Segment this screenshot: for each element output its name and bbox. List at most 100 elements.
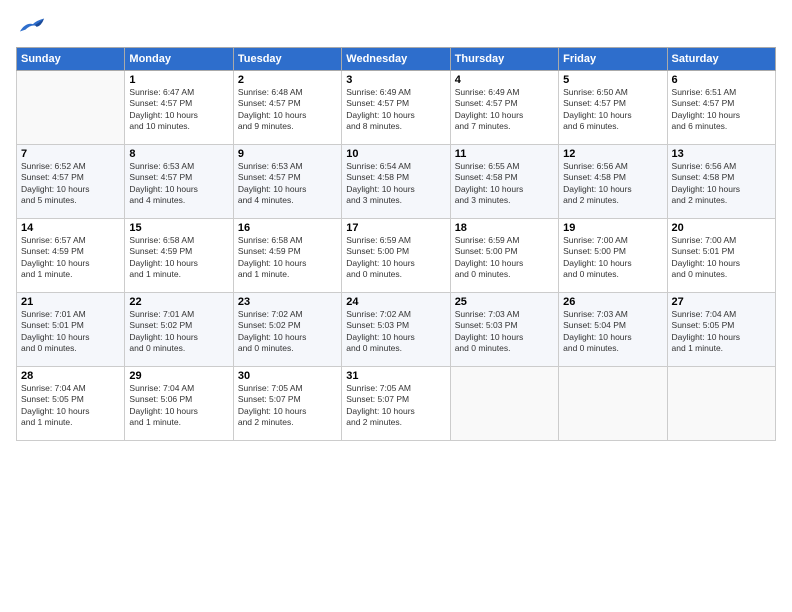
day-cell: 5Sunrise: 6:50 AM Sunset: 4:57 PM Daylig… bbox=[559, 70, 667, 144]
day-info: Sunrise: 7:02 AM Sunset: 5:02 PM Dayligh… bbox=[238, 309, 337, 355]
page-container: SundayMondayTuesdayWednesdayThursdayFrid… bbox=[0, 0, 792, 451]
day-info: Sunrise: 7:01 AM Sunset: 5:02 PM Dayligh… bbox=[129, 309, 228, 355]
day-number: 2 bbox=[238, 74, 337, 86]
header bbox=[16, 10, 776, 41]
day-info: Sunrise: 6:59 AM Sunset: 5:00 PM Dayligh… bbox=[346, 235, 445, 281]
day-info: Sunrise: 7:04 AM Sunset: 5:05 PM Dayligh… bbox=[21, 383, 120, 429]
day-info: Sunrise: 7:04 AM Sunset: 5:06 PM Dayligh… bbox=[129, 383, 228, 429]
day-cell: 20Sunrise: 7:00 AM Sunset: 5:01 PM Dayli… bbox=[667, 218, 775, 292]
day-number: 25 bbox=[455, 296, 554, 308]
day-info: Sunrise: 7:05 AM Sunset: 5:07 PM Dayligh… bbox=[346, 383, 445, 429]
day-number: 10 bbox=[346, 148, 445, 160]
day-number: 29 bbox=[129, 370, 228, 382]
day-info: Sunrise: 6:58 AM Sunset: 4:59 PM Dayligh… bbox=[129, 235, 228, 281]
day-info: Sunrise: 6:55 AM Sunset: 4:58 PM Dayligh… bbox=[455, 161, 554, 207]
day-number: 3 bbox=[346, 74, 445, 86]
day-number: 6 bbox=[672, 74, 771, 86]
day-cell: 9Sunrise: 6:53 AM Sunset: 4:57 PM Daylig… bbox=[233, 144, 341, 218]
calendar-table: SundayMondayTuesdayWednesdayThursdayFrid… bbox=[16, 47, 776, 441]
logo bbox=[16, 14, 46, 41]
day-cell: 24Sunrise: 7:02 AM Sunset: 5:03 PM Dayli… bbox=[342, 292, 450, 366]
week-row-2: 7Sunrise: 6:52 AM Sunset: 4:57 PM Daylig… bbox=[17, 144, 776, 218]
day-cell bbox=[17, 70, 125, 144]
day-info: Sunrise: 6:52 AM Sunset: 4:57 PM Dayligh… bbox=[21, 161, 120, 207]
day-number: 5 bbox=[563, 74, 662, 86]
day-cell: 17Sunrise: 6:59 AM Sunset: 5:00 PM Dayli… bbox=[342, 218, 450, 292]
col-header-thursday: Thursday bbox=[450, 47, 558, 70]
day-number: 7 bbox=[21, 148, 120, 160]
day-number: 9 bbox=[238, 148, 337, 160]
day-number: 26 bbox=[563, 296, 662, 308]
col-header-friday: Friday bbox=[559, 47, 667, 70]
day-info: Sunrise: 6:49 AM Sunset: 4:57 PM Dayligh… bbox=[346, 87, 445, 133]
col-header-saturday: Saturday bbox=[667, 47, 775, 70]
day-cell bbox=[559, 366, 667, 440]
week-row-5: 28Sunrise: 7:04 AM Sunset: 5:05 PM Dayli… bbox=[17, 366, 776, 440]
day-info: Sunrise: 7:02 AM Sunset: 5:03 PM Dayligh… bbox=[346, 309, 445, 355]
day-cell: 2Sunrise: 6:48 AM Sunset: 4:57 PM Daylig… bbox=[233, 70, 341, 144]
day-number: 21 bbox=[21, 296, 120, 308]
week-row-1: 1Sunrise: 6:47 AM Sunset: 4:57 PM Daylig… bbox=[17, 70, 776, 144]
day-info: Sunrise: 6:56 AM Sunset: 4:58 PM Dayligh… bbox=[672, 161, 771, 207]
day-info: Sunrise: 6:50 AM Sunset: 4:57 PM Dayligh… bbox=[563, 87, 662, 133]
col-header-monday: Monday bbox=[125, 47, 233, 70]
day-cell: 13Sunrise: 6:56 AM Sunset: 4:58 PM Dayli… bbox=[667, 144, 775, 218]
day-number: 22 bbox=[129, 296, 228, 308]
day-cell: 31Sunrise: 7:05 AM Sunset: 5:07 PM Dayli… bbox=[342, 366, 450, 440]
day-cell: 23Sunrise: 7:02 AM Sunset: 5:02 PM Dayli… bbox=[233, 292, 341, 366]
day-info: Sunrise: 6:56 AM Sunset: 4:58 PM Dayligh… bbox=[563, 161, 662, 207]
day-cell: 26Sunrise: 7:03 AM Sunset: 5:04 PM Dayli… bbox=[559, 292, 667, 366]
day-info: Sunrise: 7:01 AM Sunset: 5:01 PM Dayligh… bbox=[21, 309, 120, 355]
day-number: 14 bbox=[21, 222, 120, 234]
day-number: 15 bbox=[129, 222, 228, 234]
col-header-wednesday: Wednesday bbox=[342, 47, 450, 70]
day-info: Sunrise: 6:49 AM Sunset: 4:57 PM Dayligh… bbox=[455, 87, 554, 133]
day-cell: 18Sunrise: 6:59 AM Sunset: 5:00 PM Dayli… bbox=[450, 218, 558, 292]
day-info: Sunrise: 7:00 AM Sunset: 5:00 PM Dayligh… bbox=[563, 235, 662, 281]
day-cell: 25Sunrise: 7:03 AM Sunset: 5:03 PM Dayli… bbox=[450, 292, 558, 366]
day-cell: 30Sunrise: 7:05 AM Sunset: 5:07 PM Dayli… bbox=[233, 366, 341, 440]
day-info: Sunrise: 7:00 AM Sunset: 5:01 PM Dayligh… bbox=[672, 235, 771, 281]
day-cell: 21Sunrise: 7:01 AM Sunset: 5:01 PM Dayli… bbox=[17, 292, 125, 366]
day-info: Sunrise: 7:05 AM Sunset: 5:07 PM Dayligh… bbox=[238, 383, 337, 429]
day-info: Sunrise: 6:54 AM Sunset: 4:58 PM Dayligh… bbox=[346, 161, 445, 207]
day-cell: 3Sunrise: 6:49 AM Sunset: 4:57 PM Daylig… bbox=[342, 70, 450, 144]
day-cell: 10Sunrise: 6:54 AM Sunset: 4:58 PM Dayli… bbox=[342, 144, 450, 218]
day-info: Sunrise: 6:51 AM Sunset: 4:57 PM Dayligh… bbox=[672, 87, 771, 133]
day-number: 11 bbox=[455, 148, 554, 160]
day-number: 12 bbox=[563, 148, 662, 160]
day-cell: 14Sunrise: 6:57 AM Sunset: 4:59 PM Dayli… bbox=[17, 218, 125, 292]
day-cell: 8Sunrise: 6:53 AM Sunset: 4:57 PM Daylig… bbox=[125, 144, 233, 218]
day-cell: 12Sunrise: 6:56 AM Sunset: 4:58 PM Dayli… bbox=[559, 144, 667, 218]
day-number: 24 bbox=[346, 296, 445, 308]
day-cell: 19Sunrise: 7:00 AM Sunset: 5:00 PM Dayli… bbox=[559, 218, 667, 292]
day-info: Sunrise: 7:04 AM Sunset: 5:05 PM Dayligh… bbox=[672, 309, 771, 355]
day-number: 18 bbox=[455, 222, 554, 234]
day-cell: 6Sunrise: 6:51 AM Sunset: 4:57 PM Daylig… bbox=[667, 70, 775, 144]
day-info: Sunrise: 6:53 AM Sunset: 4:57 PM Dayligh… bbox=[129, 161, 228, 207]
day-number: 28 bbox=[21, 370, 120, 382]
day-cell: 7Sunrise: 6:52 AM Sunset: 4:57 PM Daylig… bbox=[17, 144, 125, 218]
day-number: 17 bbox=[346, 222, 445, 234]
day-cell: 1Sunrise: 6:47 AM Sunset: 4:57 PM Daylig… bbox=[125, 70, 233, 144]
day-number: 1 bbox=[129, 74, 228, 86]
day-info: Sunrise: 7:03 AM Sunset: 5:03 PM Dayligh… bbox=[455, 309, 554, 355]
day-info: Sunrise: 6:47 AM Sunset: 4:57 PM Dayligh… bbox=[129, 87, 228, 133]
day-info: Sunrise: 7:03 AM Sunset: 5:04 PM Dayligh… bbox=[563, 309, 662, 355]
day-number: 13 bbox=[672, 148, 771, 160]
day-cell bbox=[667, 366, 775, 440]
day-cell: 28Sunrise: 7:04 AM Sunset: 5:05 PM Dayli… bbox=[17, 366, 125, 440]
day-number: 31 bbox=[346, 370, 445, 382]
logo-text bbox=[16, 14, 46, 41]
day-info: Sunrise: 6:57 AM Sunset: 4:59 PM Dayligh… bbox=[21, 235, 120, 281]
day-number: 8 bbox=[129, 148, 228, 160]
day-info: Sunrise: 6:58 AM Sunset: 4:59 PM Dayligh… bbox=[238, 235, 337, 281]
day-cell: 27Sunrise: 7:04 AM Sunset: 5:05 PM Dayli… bbox=[667, 292, 775, 366]
day-info: Sunrise: 6:53 AM Sunset: 4:57 PM Dayligh… bbox=[238, 161, 337, 207]
day-number: 16 bbox=[238, 222, 337, 234]
col-header-sunday: Sunday bbox=[17, 47, 125, 70]
day-number: 30 bbox=[238, 370, 337, 382]
day-cell: 15Sunrise: 6:58 AM Sunset: 4:59 PM Dayli… bbox=[125, 218, 233, 292]
day-cell: 11Sunrise: 6:55 AM Sunset: 4:58 PM Dayli… bbox=[450, 144, 558, 218]
header-row: SundayMondayTuesdayWednesdayThursdayFrid… bbox=[17, 47, 776, 70]
